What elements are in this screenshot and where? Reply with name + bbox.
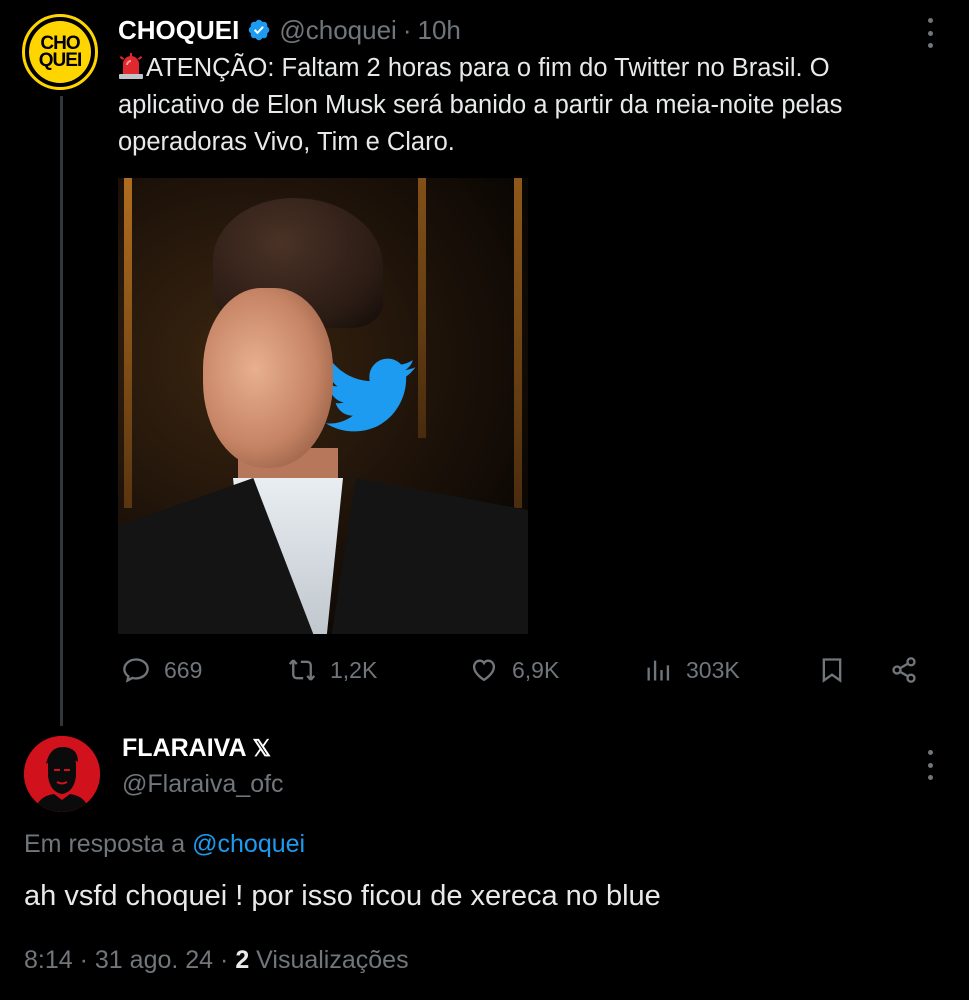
- author-name[interactable]: CHOQUEI: [118, 15, 239, 46]
- reply-text: ah vsfd choquei ! por isso ficou de xere…: [24, 880, 661, 912]
- bookmark-icon: [822, 658, 842, 683]
- avatar-flaraiva[interactable]: [24, 736, 100, 812]
- share-icon: [892, 657, 916, 683]
- views-button[interactable]: 303K: [644, 648, 740, 692]
- flaraiva-portrait-icon: [24, 736, 100, 812]
- analytics-icon: [647, 660, 670, 681]
- choquei-logo: CHO QUEI: [29, 21, 91, 83]
- tweet-media-image[interactable]: [118, 178, 948, 634]
- x-badge-icon: 𝕏: [252, 735, 272, 761]
- tweet-action-bar: 669 1,2K 6,9K 303K: [118, 648, 928, 692]
- in-reply-to: Em resposta a @choquei: [24, 830, 305, 859]
- retweet-button[interactable]: 1,2K: [288, 648, 377, 692]
- reply-views-label[interactable]: Visualizações: [256, 946, 408, 974]
- reply-button[interactable]: 669: [122, 648, 202, 692]
- reply-more-options-icon[interactable]: [926, 750, 934, 780]
- views-count: 303K: [686, 656, 740, 683]
- header-separator: ·: [402, 14, 412, 45]
- tweet-header: CHOQUEI @choquei · 10h: [118, 12, 461, 48]
- share-button[interactable]: [890, 648, 932, 692]
- avatar-choquei[interactable]: CHO QUEI: [22, 14, 98, 90]
- police-siren-icon: [119, 53, 143, 79]
- author-handle[interactable]: @choquei: [279, 15, 396, 46]
- reply-author-name[interactable]: FLARAIVA: [122, 734, 247, 763]
- in-reply-to-mention-link[interactable]: @choquei: [192, 830, 305, 858]
- tweet-text: ATENÇÃO: Faltam 2 horas para o fim do Tw…: [118, 50, 938, 161]
- thread-connector-line: [60, 96, 63, 726]
- tweet-body: ATENÇÃO: Faltam 2 horas para o fim do Tw…: [118, 54, 843, 156]
- more-options-icon[interactable]: [926, 18, 934, 48]
- like-count: 6,9K: [512, 656, 560, 683]
- elon-musk-photo: [118, 178, 528, 634]
- bookmark-button[interactable]: [818, 648, 860, 692]
- reply-meta: 8:14 · 31 ago. 24 · 2 Visualizações: [24, 946, 409, 975]
- heart-icon: [472, 659, 496, 682]
- verified-badge-icon: [249, 19, 270, 41]
- retweet-icon: [288, 659, 316, 681]
- avatar-text-line2: QUEI: [38, 50, 82, 71]
- reply-date[interactable]: 31 ago. 24: [95, 946, 213, 974]
- meta-separator-1: ·: [79, 946, 88, 974]
- like-button[interactable]: 6,9K: [470, 648, 559, 692]
- reply-header: FLARAIVA 𝕏: [122, 734, 271, 763]
- reply-views-count: 2: [235, 946, 250, 974]
- twitter-bird-icon: [325, 358, 416, 432]
- reply-icon: [123, 658, 149, 683]
- reply-time[interactable]: 8:14: [24, 946, 73, 974]
- meta-separator-2: ·: [220, 946, 229, 974]
- in-reply-to-label: Em resposta a: [24, 830, 186, 858]
- tweet-time[interactable]: 10h: [418, 15, 461, 46]
- reply-count: 669: [164, 656, 203, 683]
- retweet-count: 1,2K: [330, 656, 378, 683]
- reply-author-handle[interactable]: @Flaraiva_ofc: [122, 770, 284, 799]
